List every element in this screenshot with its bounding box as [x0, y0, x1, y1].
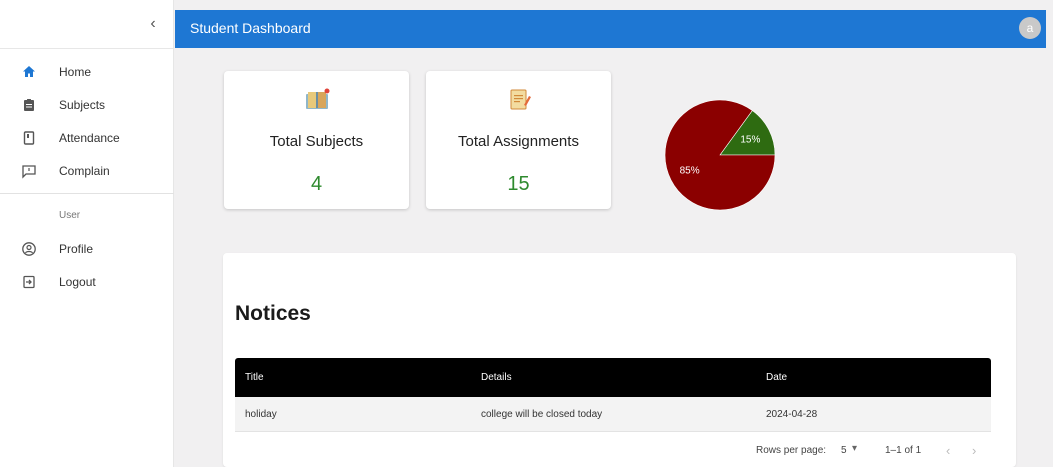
rows-per-page-select[interactable]: 5: [841, 445, 847, 456]
column-header-title[interactable]: Title: [245, 372, 264, 383]
sidebar-item-label: Subjects: [59, 98, 106, 112]
book-icon: [305, 88, 329, 109]
pie-slice-label: 15%: [740, 135, 760, 146]
cell-title: holiday: [245, 409, 277, 420]
total-assignments-card: Total Assignments 15: [426, 71, 611, 209]
attendance-icon: [23, 131, 35, 145]
table-pagination: Rows per page: 5 ▾ 1–1 of 1 ‹ ›: [235, 432, 991, 467]
sidebar-divider: [0, 193, 174, 194]
card-title: Total Assignments: [458, 133, 579, 150]
table-row[interactable]: holiday college will be closed today 202…: [235, 397, 991, 432]
notices-panel: Notices Title Details Date holiday colle…: [223, 253, 1016, 467]
chevron-left-icon[interactable]: ‹: [146, 16, 160, 32]
sidebar-item-profile[interactable]: Profile: [0, 236, 174, 262]
column-header-details[interactable]: Details: [481, 372, 512, 383]
account-circle-icon: [22, 242, 36, 256]
sidebar-item-attendance[interactable]: Attendance: [0, 125, 174, 151]
notices-heading: Notices: [235, 302, 311, 325]
card-value: 4: [310, 173, 323, 195]
sidebar-item-label: Logout: [59, 275, 96, 289]
cell-date: 2024-04-28: [766, 409, 818, 420]
total-subjects-card: Total Subjects 4: [224, 71, 409, 209]
page-title: Student Dashboard: [190, 20, 311, 36]
sidebar-item-label: Attendance: [59, 131, 120, 145]
column-header-date[interactable]: Date: [766, 372, 787, 383]
card-title: Total Subjects: [269, 133, 364, 150]
logout-icon: [23, 275, 35, 289]
rows-per-page-label: Rows per page:: [756, 445, 827, 456]
feedback-icon: [22, 165, 36, 179]
next-page-icon[interactable]: ›: [972, 443, 976, 458]
sidebar-top-bar: ‹: [0, 0, 173, 49]
previous-page-icon[interactable]: ‹: [946, 443, 950, 458]
assignment-icon: [510, 89, 531, 110]
avatar[interactable]: a: [1019, 17, 1041, 39]
sidebar-item-subjects[interactable]: Subjects: [0, 92, 174, 118]
home-icon: [23, 66, 35, 77]
sidebar: ‹ Home Subjects Attendance Complain User…: [0, 0, 174, 467]
notices-table: Title Details Date holiday college will …: [235, 358, 991, 467]
sidebar-item-logout[interactable]: Logout: [0, 269, 174, 295]
pagination-range: 1–1 of 1: [885, 445, 922, 456]
sidebar-item-label: Home: [59, 65, 92, 79]
sidebar-item-label: Profile: [59, 242, 94, 256]
clipboard-icon: [24, 99, 34, 111]
app-header: Student Dashboard a: [175, 10, 1046, 48]
sidebar-item-label: Complain: [59, 164, 110, 178]
cell-details: college will be closed today: [481, 409, 603, 420]
sidebar-item-home[interactable]: Home: [0, 59, 174, 85]
pie-slice-label: 85%: [680, 165, 700, 176]
sidebar-item-complain[interactable]: Complain: [0, 158, 174, 184]
table-header: Title Details Date: [235, 358, 991, 397]
app: ‹ Home Subjects Attendance Complain User…: [0, 0, 1053, 467]
card-value: 15: [507, 173, 530, 195]
attendance-pie-chart: 15% 85%: [664, 99, 776, 211]
sidebar-section-label: User: [59, 210, 81, 221]
dropdown-arrow-icon[interactable]: ▾: [852, 443, 857, 454]
